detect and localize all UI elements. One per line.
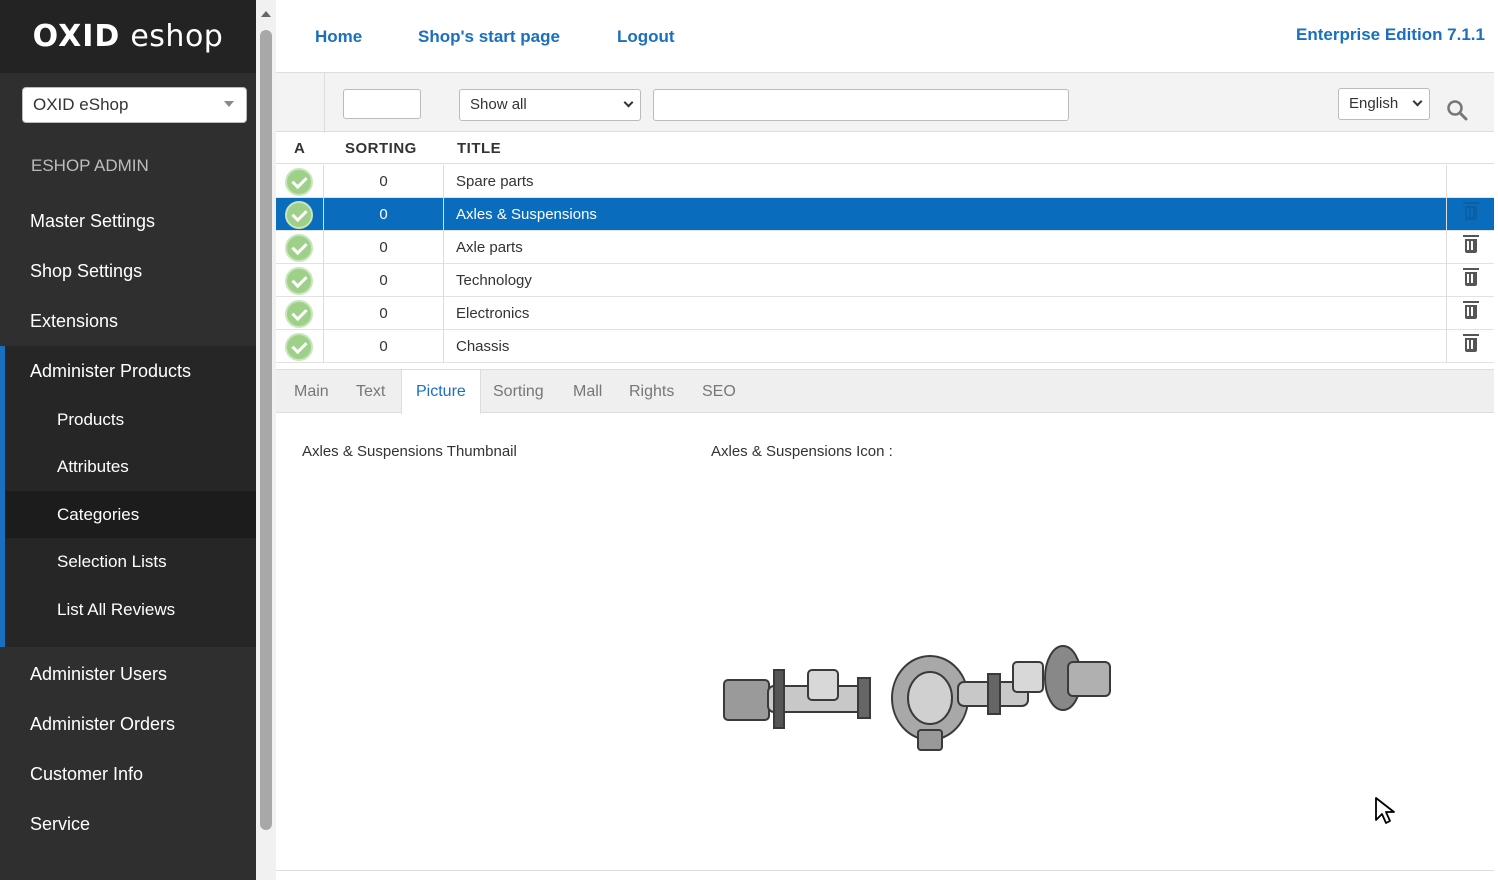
active-cell <box>276 231 324 264</box>
sub-list-all-reviews[interactable]: List All Reviews <box>5 586 256 633</box>
sorting-cell: 0 <box>324 165 444 198</box>
tab-sorting[interactable]: Sorting <box>479 370 558 413</box>
nav-shop-settings[interactable]: Shop Settings <box>0 246 256 296</box>
administer-products-menu: Administer Products Products Attributes … <box>0 346 256 647</box>
trash-icon[interactable] <box>1463 268 1479 286</box>
active-check-icon <box>285 267 313 295</box>
sorting-cell: 0 <box>324 231 444 264</box>
scrollbar-thumb[interactable] <box>260 30 272 830</box>
active-check-icon <box>285 168 313 196</box>
search-icon[interactable] <box>1446 99 1468 121</box>
table-header: A SORTING TITLE <box>276 132 1494 164</box>
active-check-icon <box>285 300 313 328</box>
title-cell[interactable]: Axle parts <box>456 239 523 256</box>
nav-administer-products[interactable]: Administer Products <box>0 346 256 396</box>
oxid-logo[interactable]: OXID eshop <box>0 0 256 73</box>
sorting-cell: 0 <box>324 264 444 297</box>
table-row-selected[interactable]: 0 Axles & Suspensions <box>276 198 1494 231</box>
nav-customer-info[interactable]: Customer Info <box>0 749 256 799</box>
logo-text: OXID eshop <box>32 19 224 54</box>
title-cell[interactable]: Chassis <box>456 338 509 355</box>
nav-service[interactable]: Service <box>0 799 256 849</box>
language-select[interactable]: English <box>1338 88 1430 120</box>
active-cell <box>276 330 324 363</box>
nav-extensions[interactable]: Extensions <box>0 296 256 346</box>
delete-cell <box>1446 264 1494 297</box>
header-title[interactable]: TITLE <box>457 140 501 157</box>
tab-text[interactable]: Text <box>342 370 399 413</box>
shop-start-page-link[interactable]: Shop's start page <box>418 27 560 47</box>
active-cell <box>276 297 324 330</box>
shop-selector-value: OXID eShop <box>33 95 129 114</box>
nav-administer-orders[interactable]: Administer Orders <box>0 699 256 749</box>
column-divider <box>324 73 325 133</box>
language-select-value: English <box>1349 95 1399 112</box>
nav-master-settings[interactable]: Master Settings <box>0 196 256 246</box>
edition-label: Enterprise Edition 7.1.1 <box>1296 25 1485 44</box>
caret-down-icon <box>224 101 234 107</box>
title-cell[interactable]: Spare parts <box>456 173 534 190</box>
home-link[interactable]: Home <box>315 27 362 47</box>
delete-cell <box>1446 231 1494 264</box>
content-bottom-divider <box>276 870 1494 871</box>
sorting-filter-input[interactable] <box>343 89 421 119</box>
delete-cell <box>1446 297 1494 330</box>
shop-selector[interactable]: OXID eShop <box>22 87 247 123</box>
header-sorting[interactable]: SORTING <box>345 140 417 157</box>
sorting-cell: 0 <box>324 330 444 363</box>
title-filter-input[interactable] <box>653 89 1069 121</box>
icon-label: Axles & Suspensions Icon : <box>711 443 893 460</box>
chevron-down-icon <box>623 97 634 108</box>
chevron-down-icon <box>1412 96 1423 107</box>
header-active[interactable]: A <box>294 140 305 157</box>
axle-product-image <box>723 645 1111 751</box>
delete-cell <box>1446 330 1494 363</box>
active-check-icon <box>285 333 313 361</box>
delete-cell <box>1446 198 1494 231</box>
tab-main[interactable]: Main <box>280 370 343 413</box>
thumbnail-label: Axles & Suspensions Thumbnail <box>302 443 517 460</box>
sorting-cell: 0 <box>324 198 444 231</box>
title-cell[interactable]: Technology <box>456 272 532 289</box>
status-filter-value: Show all <box>470 96 527 113</box>
mouse-cursor-icon <box>1375 797 1395 824</box>
tab-picture[interactable]: Picture <box>401 370 481 414</box>
trash-icon[interactable] <box>1463 235 1479 253</box>
tab-rights[interactable]: Rights <box>615 370 688 413</box>
eshop-admin-title: ESHOP ADMIN <box>31 156 149 175</box>
sub-products[interactable]: Products <box>5 396 256 443</box>
title-cell[interactable]: Electronics <box>456 305 529 322</box>
tab-mall[interactable]: Mall <box>559 370 616 413</box>
active-cell <box>276 165 324 198</box>
tab-seo[interactable]: SEO <box>688 370 750 413</box>
table-row[interactable]: 0 Technology <box>276 264 1494 297</box>
title-cell[interactable]: Axles & Suspensions <box>456 206 597 223</box>
trash-icon[interactable] <box>1463 301 1479 319</box>
scroll-up-arrow-icon[interactable] <box>261 11 271 17</box>
sidebar: OXID eshop OXID eShop ESHOP ADMIN Master… <box>0 0 256 880</box>
active-cell <box>276 198 324 231</box>
logout-link[interactable]: Logout <box>617 27 675 47</box>
sub-selection-lists[interactable]: Selection Lists <box>5 538 256 585</box>
sub-attributes[interactable]: Attributes <box>5 443 256 490</box>
active-check-icon <box>285 234 313 262</box>
trash-icon[interactable] <box>1463 202 1479 220</box>
sorting-cell: 0 <box>324 297 444 330</box>
filter-bar: Show all English <box>276 72 1494 133</box>
sub-categories[interactable]: Categories <box>5 491 256 538</box>
status-filter-select[interactable]: Show all <box>459 89 641 121</box>
tab-bar: Main Text Picture Sorting Mall Rights SE… <box>276 369 1494 414</box>
active-cell <box>276 264 324 297</box>
trash-icon[interactable] <box>1463 334 1479 352</box>
table-row[interactable]: 0 Axle parts <box>276 231 1494 264</box>
active-check-icon <box>285 201 313 229</box>
delete-cell <box>1446 165 1494 198</box>
table-row[interactable]: 0 Electronics <box>276 297 1494 330</box>
nav-administer-users[interactable]: Administer Users <box>0 649 256 699</box>
table-row[interactable]: 0 Chassis <box>276 330 1494 363</box>
table-row[interactable]: 0 Spare parts <box>276 165 1494 198</box>
